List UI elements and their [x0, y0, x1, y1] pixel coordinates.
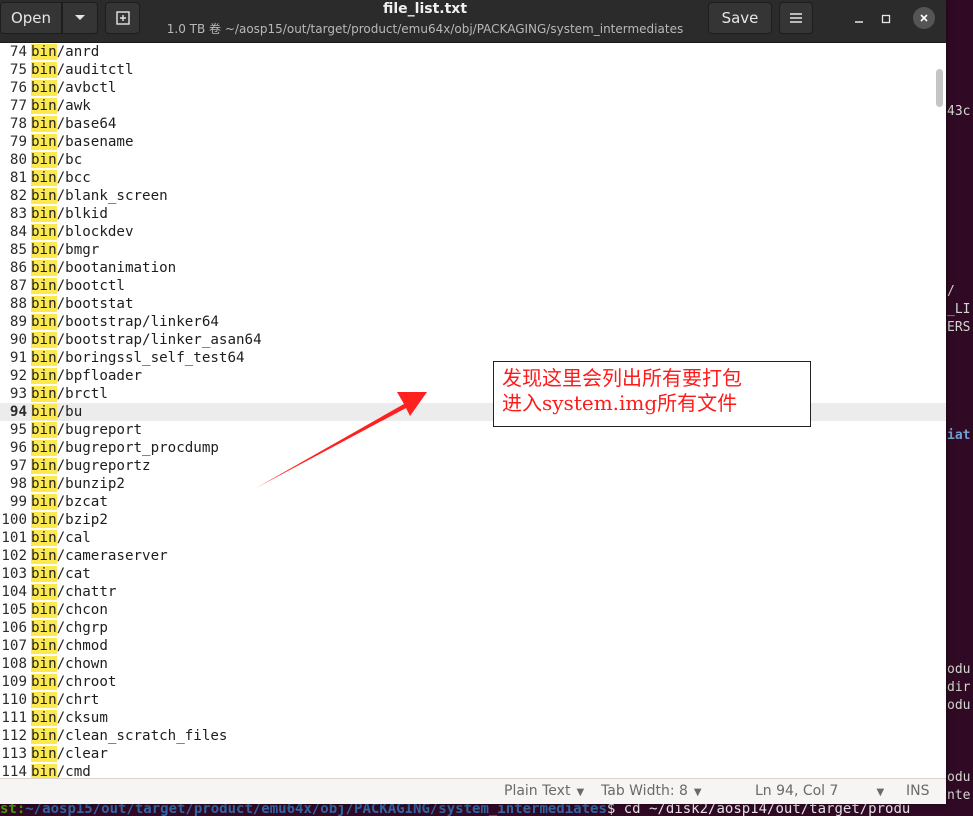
annotation-arrow [256, 392, 427, 488]
annotation-line-1: 发现这里会列出所有要打包 [502, 366, 742, 390]
annotation-line-2: 进入system.img所有文件 [502, 391, 738, 415]
annotation-box: 发现这里会列出所有要打包 进入system.img所有文件 [493, 361, 811, 427]
arrow-shape [256, 392, 427, 488]
